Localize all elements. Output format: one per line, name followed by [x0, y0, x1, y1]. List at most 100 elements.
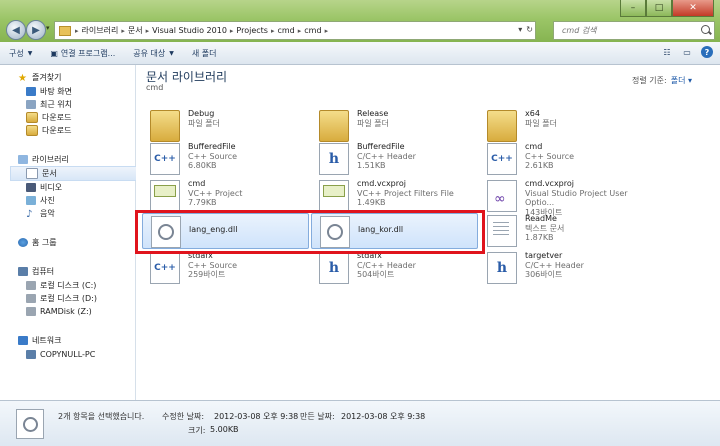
sidebar-item-pc[interactable]: COPYNULL-PC — [26, 348, 95, 361]
breadcrumb-cmd[interactable]: cmd — [277, 26, 294, 35]
computer-icon — [26, 350, 36, 359]
sidebar-item-network[interactable]: 네트워크 — [18, 334, 61, 347]
sidebar-item-libraries[interactable]: 라이브러리 — [18, 153, 69, 166]
breadcrumb-libraries[interactable]: 라이브러리 — [82, 25, 119, 36]
file-size: 2.61KB — [525, 161, 554, 170]
file-item[interactable]: x64 파일 폴더 — [479, 108, 644, 142]
help-icon: ? — [701, 46, 713, 58]
open-with-button[interactable]: ▣ 연결 프로그램... — [41, 42, 124, 64]
file-item[interactable]: C++ BufferedFile C++ Source 6.80KB — [142, 141, 307, 175]
h-file-icon: h — [487, 252, 517, 284]
file-name: cmd — [525, 142, 543, 151]
sidebar-item-favorites[interactable]: ★ 즐겨찾기 — [18, 71, 61, 84]
file-item[interactable]: C++ stdafx C++ Source 259바이트 — [142, 250, 307, 284]
sidebar-item-downloads-2[interactable]: 다운로드 — [26, 124, 71, 137]
network-icon — [18, 336, 28, 345]
close-button[interactable]: ✕ — [672, 0, 714, 17]
maximize-button[interactable]: □ — [646, 0, 672, 17]
modified-label: 수정한 날짜: — [162, 412, 205, 421]
sidebar-item-pictures[interactable]: 사진 — [26, 194, 55, 207]
help-button[interactable]: ? — [700, 45, 714, 59]
library-subtitle: cmd — [146, 83, 164, 92]
back-button[interactable]: ◀ — [6, 20, 26, 40]
arrange-by[interactable]: 정렬 기준: 폴더 ▾ — [632, 75, 692, 86]
created-value: 2012-03-08 오후 9:38 — [341, 412, 426, 421]
file-item[interactable]: Debug 파일 폴더 — [142, 108, 307, 142]
sidebar-item-disk-d[interactable]: 로컬 디스크 (D:) — [26, 292, 97, 305]
sidebar-item-homegroup[interactable]: 홈 그룹 — [18, 236, 57, 249]
folder-icon — [26, 125, 38, 136]
dll-file-icon — [151, 216, 181, 248]
file-type: 파일 폴더 — [188, 118, 220, 128]
minimize-button[interactable]: – — [620, 0, 646, 17]
file-item[interactable]: lang_kor.dll — [311, 213, 478, 249]
dll-file-icon — [16, 409, 44, 439]
share-button[interactable]: 공유 대상 ▼ — [124, 42, 183, 64]
file-item[interactable]: Release 파일 폴더 — [311, 108, 476, 142]
file-name: x64 — [525, 109, 540, 118]
file-item[interactable]: lang_eng.dll — [142, 213, 309, 249]
file-item[interactable]: cmd.vcxprojVisual Studio Project User Op… — [479, 178, 644, 217]
file-item[interactable]: cmd.vcxproj VC++ Project Filters File 1.49… — [311, 178, 476, 212]
file-type: 파일 폴더 — [357, 118, 389, 128]
search-icon[interactable] — [701, 25, 710, 34]
file-item[interactable]: ReadMe 텍스트 문서 1.87KB — [479, 213, 644, 247]
preview-pane-icon[interactable]: ▭ — [680, 45, 694, 59]
file-size: 1.87KB — [525, 233, 554, 242]
desktop-icon — [26, 87, 36, 96]
sidebar-item-computer[interactable]: 컴퓨터 — [18, 265, 54, 278]
sidebar-item-recent[interactable]: 최근 위치 — [26, 98, 72, 111]
file-item[interactable]: h BufferedFile C/C++ Header 1.51KB — [311, 141, 476, 175]
file-name: lang_eng.dll — [189, 225, 238, 234]
breadcrumb-cmd-current[interactable]: cmd — [304, 26, 321, 35]
search-box[interactable] — [553, 21, 715, 40]
folder-file-icon — [319, 110, 349, 142]
sidebar-item-documents[interactable]: 문서 — [10, 166, 137, 181]
organize-button[interactable]: 구성 ▼ — [0, 42, 41, 64]
sidebar-item-desktop[interactable]: 바탕 화면 — [26, 85, 72, 98]
pictures-icon — [26, 196, 36, 205]
sidebar-item-music[interactable]: ♪ 음악 — [26, 207, 55, 220]
sidebar-item-disk-c[interactable]: 로컬 디스크 (C:) — [26, 279, 96, 292]
txt-file-icon — [487, 215, 517, 247]
address-bar[interactable]: ▸ 라이브러리 ▸ 문서 ▸ Visual Studio 2010 ▸ Proj… — [54, 21, 536, 40]
search-input[interactable] — [560, 25, 694, 36]
sidebar-item-videos[interactable]: 비디오 — [26, 181, 62, 194]
file-name: Release — [357, 109, 389, 118]
new-folder-button[interactable]: 새 폴더 — [183, 42, 226, 64]
file-item[interactable]: h stdafx C/C++ Header 504바이트 — [311, 250, 476, 284]
star-icon: ★ — [18, 73, 27, 84]
cpp-file-icon: C++ — [150, 252, 180, 284]
documents-icon — [26, 168, 38, 179]
arrange-by-dropdown[interactable]: 폴더 ▾ — [671, 76, 692, 85]
file-type: C++ Source — [188, 260, 238, 270]
proj-file-icon — [319, 180, 349, 212]
arrow-left-icon: ◀ — [12, 24, 20, 36]
file-item[interactable]: C++ cmd C++ Source 2.61KB — [479, 141, 644, 175]
file-name: Debug — [188, 109, 215, 118]
file-name: targetver — [525, 251, 563, 260]
breadcrumb-visual-studio[interactable]: Visual Studio 2010 — [152, 26, 227, 35]
view-options-icon[interactable]: ☷ — [660, 45, 674, 59]
recent-places-icon — [26, 100, 36, 109]
recent-pages-dropdown[interactable]: ▾ — [46, 24, 50, 32]
folder-icon — [59, 25, 71, 36]
file-name: lang_kor.dll — [358, 225, 404, 234]
file-item[interactable]: h targetver C/C++ Header 306바이트 — [479, 250, 644, 284]
sidebar-item-downloads-1[interactable]: 다운로드 — [26, 111, 71, 124]
file-type: 파일 폴더 — [525, 118, 557, 128]
refresh-icon[interactable]: ↻ — [526, 25, 533, 34]
file-item[interactable]: cmd VC++ Project 7.79KB — [142, 178, 307, 212]
forward-button[interactable]: ▶ — [26, 20, 46, 40]
music-note-icon: ♪ — [26, 209, 33, 220]
file-type: Visual Studio Project User Optio... — [525, 188, 628, 208]
created-label: 만든 날짜: — [300, 412, 335, 421]
sidebar-item-ramdisk[interactable]: RAMDisk (Z:) — [26, 305, 92, 318]
breadcrumb-documents[interactable]: 문서 — [128, 25, 143, 36]
breadcrumb-projects[interactable]: Projects — [236, 26, 268, 35]
size-label: 크기: — [188, 426, 206, 435]
address-dropdown-icon[interactable]: ▾ — [518, 25, 522, 34]
size-value: 5.00KB — [210, 425, 239, 434]
details-pane: 2개 항목을 선택했습니다. 수정한 날짜: 2012-03-08 오후 9:3… — [0, 400, 720, 446]
title-bar: – □ ✕ ◀ ▶ ▾ ▸ 라이브러리 ▸ 문서 ▸ Visual Studio… — [0, 0, 720, 42]
